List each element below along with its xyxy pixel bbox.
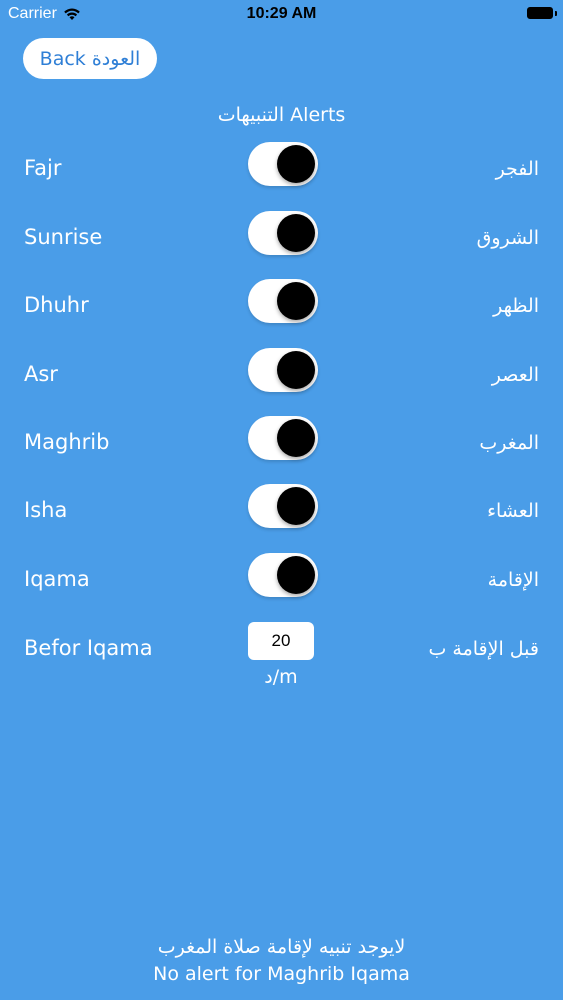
- row-label-en: Sunrise: [24, 225, 103, 249]
- toggle-knob: [277, 419, 315, 457]
- status-bar: Carrier 10:29 AM: [0, 0, 563, 30]
- toggle-knob: [277, 487, 315, 525]
- toggle-knob: [277, 214, 315, 252]
- isha-toggle[interactable]: [248, 484, 318, 528]
- sunrise-toggle[interactable]: [248, 211, 318, 255]
- toggle-knob: [277, 282, 315, 320]
- row-label-ar: المغرب: [479, 432, 539, 454]
- before-iqama-label-en: Befor Iqama: [24, 636, 153, 660]
- row-label-en: Isha: [24, 498, 68, 522]
- row-label-ar: العشاء: [487, 500, 539, 522]
- toggle-knob: [277, 145, 315, 183]
- row-label-en: Asr: [24, 362, 58, 386]
- toggle-knob: [277, 556, 315, 594]
- alert-row-fajr: Fajr الفجر: [0, 142, 563, 216]
- battery-icon: [527, 7, 557, 19]
- fajr-toggle[interactable]: [248, 142, 318, 186]
- maghrib-toggle[interactable]: [248, 416, 318, 460]
- row-label-en: Maghrib: [24, 430, 110, 454]
- row-label-en: Fajr: [24, 156, 62, 180]
- before-iqama-label-ar: قبل الإقامة ب: [428, 638, 539, 660]
- alert-row-isha: Isha العشاء: [0, 484, 563, 558]
- alert-row-sunrise: Sunrise الشروق: [0, 211, 563, 285]
- row-label-en: Iqama: [24, 567, 90, 591]
- footer-notice-en: No alert for Maghrib Iqama: [153, 963, 410, 985]
- alerts-title: التنبيهات Alerts: [217, 104, 346, 126]
- row-label-ar: الإقامة: [487, 569, 539, 591]
- back-button[interactable]: Back العودة: [23, 38, 157, 79]
- minutes-unit-label: د/m: [264, 666, 298, 688]
- alert-row-iqama: Iqama الإقامة: [0, 553, 563, 627]
- dhuhr-toggle[interactable]: [248, 279, 318, 323]
- footer-notice-ar: لايوجد تنبيه لإقامة صلاة المغرب: [157, 936, 406, 958]
- row-label-ar: العصر: [491, 364, 539, 386]
- row-label-ar: الشروق: [476, 227, 539, 249]
- row-label-en: Dhuhr: [24, 293, 89, 317]
- alert-row-asr: Asr العصر: [0, 348, 563, 422]
- status-time: 10:29 AM: [246, 5, 317, 22]
- row-label-ar: الظهر: [493, 295, 539, 317]
- row-label-ar: الفجر: [495, 158, 539, 180]
- before-iqama-row: Befor Iqama د/m قبل الإقامة ب: [0, 622, 563, 716]
- footer-notice: لايوجد تنبيه لإقامة صلاة المغرب No alert…: [0, 934, 563, 988]
- alert-row-maghrib: Maghrib المغرب: [0, 416, 563, 490]
- asr-toggle[interactable]: [248, 348, 318, 392]
- alert-row-dhuhr: Dhuhr الظهر: [0, 279, 563, 353]
- iqama-toggle[interactable]: [248, 553, 318, 597]
- before-iqama-minutes-input[interactable]: [248, 622, 314, 660]
- toggle-knob: [277, 351, 315, 389]
